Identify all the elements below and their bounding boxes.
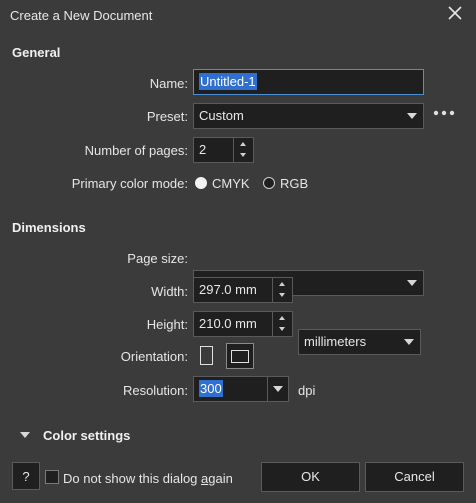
resolution-combo[interactable]: 300 — [193, 376, 289, 402]
resolution-value: 300 — [199, 380, 223, 397]
pages-label: Number of pages: — [84, 143, 188, 158]
name-input[interactable]: Untitled-1 — [193, 69, 424, 95]
preset-label: Preset: — [146, 109, 188, 124]
dont-show-label: Do not show this dialog again — [63, 471, 233, 486]
cmyk-label: CMYK — [212, 176, 250, 191]
pages-spinner[interactable] — [233, 138, 253, 162]
resolution-unit: dpi — [298, 383, 316, 398]
landscape-icon — [231, 350, 249, 363]
more-icon — [433, 110, 455, 116]
chevron-down-icon — [407, 113, 417, 119]
cmyk-radio[interactable] — [195, 177, 207, 189]
orientation-label: Orientation: — [120, 349, 188, 364]
width-spinner[interactable] — [272, 278, 292, 302]
general-heading: General — [12, 45, 61, 60]
color-settings-label: Color settings — [43, 428, 131, 443]
height-label: Height: — [146, 317, 188, 332]
arrow-down-icon — [279, 327, 285, 331]
dialog-title: Create a New Document — [10, 8, 153, 23]
color-mode-label: Primary color mode: — [71, 176, 188, 191]
chevron-down-icon — [404, 339, 414, 345]
dont-show-label-tail: gain — [208, 471, 233, 486]
arrow-up-icon — [279, 282, 285, 286]
units-dropdown[interactable]: millimeters — [298, 329, 421, 355]
landscape-button[interactable] — [226, 343, 254, 369]
arrow-down-icon — [240, 153, 246, 157]
height-input[interactable]: 210.0 mm — [193, 311, 293, 337]
preset-value: Custom — [199, 108, 244, 123]
preset-dropdown[interactable]: Custom — [193, 103, 424, 129]
color-settings-toggle[interactable]: Color settings — [20, 427, 140, 445]
arrow-down-icon — [279, 293, 285, 297]
page-size-label: Page size: — [127, 251, 188, 266]
rgb-label: RGB — [280, 176, 309, 191]
chevron-down-icon — [407, 280, 417, 286]
name-value: Untitled-1 — [199, 73, 257, 90]
close-button[interactable] — [444, 2, 466, 24]
rgb-radio[interactable] — [263, 177, 275, 189]
width-label: Width: — [151, 284, 188, 299]
resolution-dropdown-button[interactable] — [267, 377, 288, 401]
chevron-down-icon — [273, 386, 283, 392]
close-icon — [448, 6, 462, 20]
name-label: Name: — [149, 76, 188, 91]
ok-button[interactable]: OK — [261, 462, 360, 492]
more-options-button[interactable] — [432, 106, 458, 125]
portrait-button[interactable] — [197, 343, 217, 369]
units-value: millimeters — [304, 334, 367, 349]
dimensions-heading: Dimensions — [12, 220, 86, 235]
height-spinner[interactable] — [272, 312, 292, 336]
portrait-icon — [200, 346, 213, 365]
cancel-button[interactable]: Cancel — [365, 462, 464, 492]
arrow-up-icon — [279, 316, 285, 320]
arrow-up-icon — [240, 142, 246, 146]
pages-stepper[interactable]: 2 — [193, 137, 254, 163]
pages-value: 2 — [199, 142, 207, 157]
width-value: 297.0 mm — [199, 282, 257, 297]
help-button[interactable]: ? — [12, 462, 40, 490]
width-input[interactable]: 297.0 mm — [193, 277, 293, 303]
dont-show-label-text: Do not show this dialog — [63, 471, 202, 486]
resolution-label: Resolution: — [122, 383, 188, 398]
height-value: 210.0 mm — [199, 316, 257, 331]
dont-show-checkbox[interactable] — [45, 470, 59, 484]
triangle-down-icon — [20, 432, 30, 438]
